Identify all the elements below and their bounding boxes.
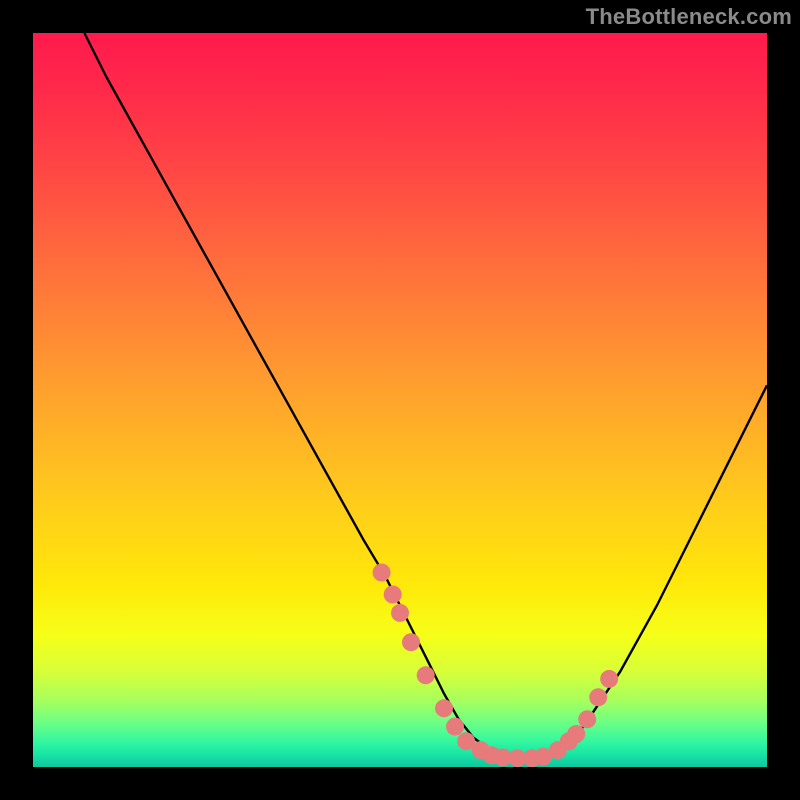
data-dot	[523, 749, 541, 767]
data-dot	[391, 604, 409, 622]
data-dot	[446, 718, 464, 736]
curve-path-group	[84, 33, 767, 758]
chart-frame: TheBottleneck.com	[0, 0, 800, 800]
data-dot	[567, 725, 585, 743]
data-dot	[435, 699, 453, 717]
data-dot	[417, 666, 435, 684]
data-dot	[384, 586, 402, 604]
data-dot	[589, 688, 607, 706]
watermark-text: TheBottleneck.com	[586, 4, 792, 30]
data-dot	[402, 633, 420, 651]
data-dot	[472, 741, 490, 759]
chart-svg	[33, 33, 767, 767]
data-dot	[494, 749, 512, 767]
data-dot	[373, 564, 391, 582]
plot-area	[33, 33, 767, 767]
data-dot	[508, 749, 526, 767]
data-dot	[600, 670, 618, 688]
data-dot	[483, 746, 501, 764]
data-dots	[373, 564, 619, 768]
data-dot	[457, 732, 475, 750]
data-dot	[578, 710, 596, 728]
bottleneck-curve	[84, 33, 767, 758]
data-dot	[534, 748, 552, 766]
data-dot	[560, 732, 578, 750]
data-dot	[549, 741, 567, 759]
